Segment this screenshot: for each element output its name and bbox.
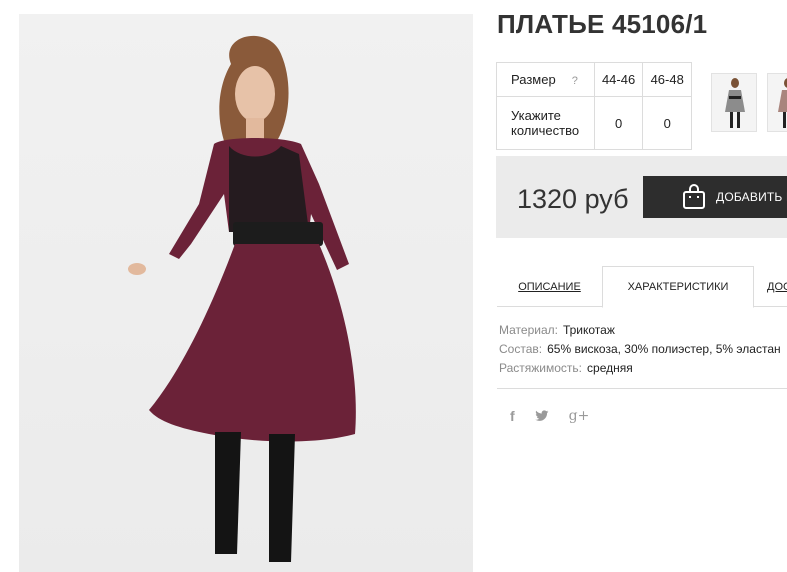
model-photo-icon (128, 35, 356, 562)
size-label: Размер (511, 72, 556, 87)
characteristic-key: Состав: (499, 342, 543, 356)
size-table: Размер? 44-46 46-48 Укажите количество 0… (496, 62, 692, 150)
characteristic-value: Трикотаж (562, 323, 615, 337)
twitter-bird-icon[interactable] (534, 410, 549, 422)
characteristic-row: Состав: 65% вискоза, 30% полиэстер, 5% эл… (499, 340, 781, 359)
tab-delivery[interactable]: ДОСТАВКА (767, 266, 787, 307)
characteristic-row: Материал: Трикотаж (499, 321, 781, 340)
product-title: ПЛАТЬЕ 45106/1 (497, 9, 708, 39)
characteristic-key: Растяжимость: (499, 361, 583, 375)
characteristic-row: Растяжимость: средняя (499, 359, 781, 378)
facebook-icon[interactable]: f (510, 408, 515, 424)
thumbnail-1[interactable] (711, 73, 757, 132)
add-to-cart-label: ДОБАВИТЬ В КОРЗИНУ (716, 190, 787, 204)
size-label-cell: Размер? (496, 62, 595, 97)
thumbnail-2[interactable] (767, 73, 787, 132)
characteristics-list: Материал: Трикотаж Состав: 65% вискоза, 30… (499, 321, 781, 378)
thumbnail-pink-dress (768, 74, 787, 131)
product-price: 1320 руб (517, 184, 629, 214)
tab-description[interactable]: ОПИСАНИЕ (497, 266, 602, 307)
characteristic-value: 65% вискоза, 30% полиэстер, 5% эластан (547, 342, 781, 356)
quantity-input-46-48[interactable]: 0 (642, 96, 692, 150)
product-tabs: ОПИСАНИЕ ХАРАКТЕРИСТИКИ ДОСТАВКА (497, 266, 787, 308)
social-share: f g+ (510, 408, 609, 424)
google-plus-icon[interactable]: g+ (569, 408, 590, 424)
divider (497, 388, 787, 389)
thumbnail-grey-dress (712, 74, 756, 131)
purchase-panel: 1320 руб ДОБАВИТЬ В КОРЗИНУ (496, 156, 787, 238)
size-help-icon[interactable]: ? (572, 75, 578, 87)
size-option-46-48: 46-48 (642, 62, 692, 97)
size-option-44-46: 44-46 (593, 62, 644, 97)
characteristic-key: Материал: (499, 323, 558, 337)
add-to-cart-button[interactable]: ДОБАВИТЬ В КОРЗИНУ (643, 176, 787, 218)
shopping-bag-icon (683, 184, 705, 209)
product-main-image[interactable] (19, 14, 473, 572)
quantity-input-44-46[interactable]: 0 (593, 96, 644, 150)
tab-characteristics[interactable]: ХАРАКТЕРИСТИКИ (602, 266, 754, 308)
quantity-label: Укажите количество (496, 96, 595, 150)
characteristic-value: средняя (587, 361, 633, 375)
